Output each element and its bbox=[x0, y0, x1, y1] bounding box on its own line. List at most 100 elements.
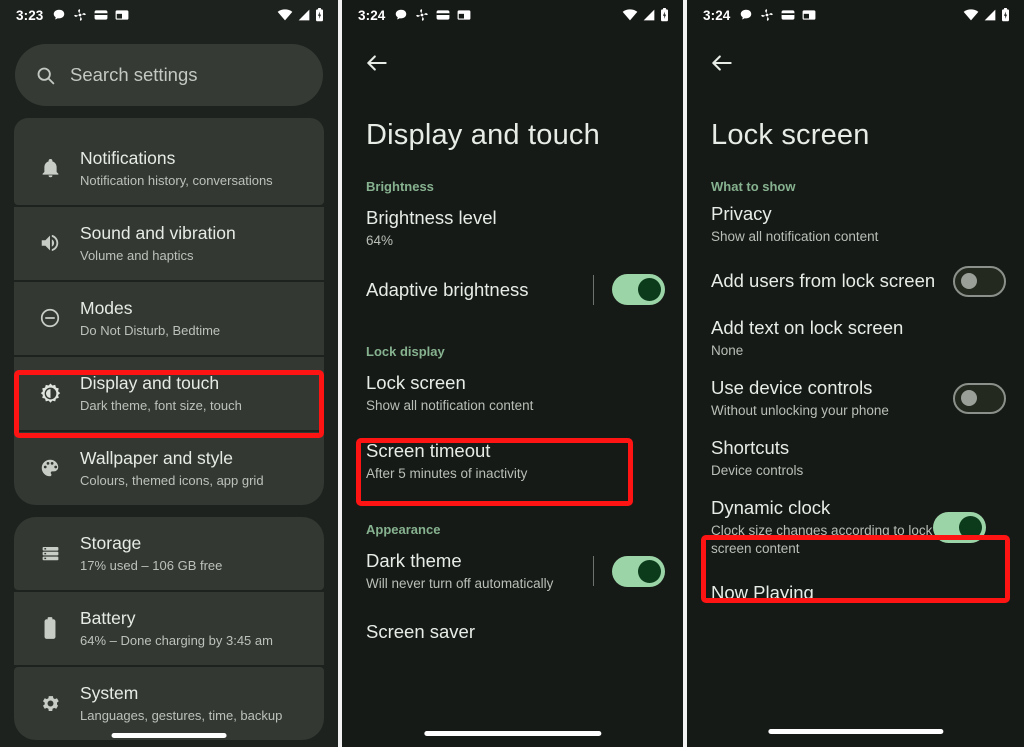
brightness-icon bbox=[30, 382, 70, 405]
dynamic-clock-toggle[interactable] bbox=[933, 511, 986, 543]
pref-text: Use device controls Without unlocking yo… bbox=[711, 376, 953, 420]
pref-subtitle: After 5 minutes of inactivity bbox=[366, 466, 528, 481]
add-users-from-lock-screen-toggle[interactable] bbox=[953, 265, 1006, 297]
status-bar-system-icons bbox=[277, 8, 324, 22]
pref-subtitle: Without unlocking your phone bbox=[711, 403, 889, 418]
pref-lock-screen[interactable]: Lock screen Show all notification conten… bbox=[342, 359, 683, 427]
row-title: Storage bbox=[80, 533, 142, 553]
status-bar-clock: 3:24 bbox=[703, 7, 731, 23]
search-icon bbox=[37, 67, 55, 84]
pref-adaptive-brightness[interactable]: Adaptive brightness bbox=[342, 262, 683, 317]
settings-row-wallpaper-and-style[interactable]: Wallpaper and style Colours, themed icon… bbox=[14, 432, 324, 505]
back-button[interactable] bbox=[687, 30, 1024, 81]
cellular-signal-icon bbox=[984, 9, 996, 21]
pref-text: Screen timeout After 5 minutes of inacti… bbox=[366, 439, 665, 483]
dark-theme-toggle[interactable] bbox=[612, 555, 665, 587]
settings-row-system[interactable]: System Languages, gestures, time, backup bbox=[14, 667, 324, 740]
section-header: Lock display bbox=[366, 344, 445, 359]
section-brightness: Brightness Brightness level 64% Adaptive… bbox=[342, 152, 683, 317]
row-subtitle: Notification history, conversations bbox=[80, 173, 273, 188]
wifi-icon bbox=[622, 9, 638, 21]
status-bar-system-icons bbox=[963, 8, 1010, 22]
settings-row-display-and-touch[interactable]: Display and touch Dark theme, font size,… bbox=[14, 357, 324, 430]
row-subtitle: Colours, themed icons, app grid bbox=[80, 473, 264, 488]
status-bar-notification-icons bbox=[739, 8, 816, 22]
three-phone-screenshots: 3:23 Search settings Notifications Notif… bbox=[0, 0, 1024, 747]
pref-shortcuts[interactable]: Shortcuts Device controls bbox=[687, 428, 1024, 488]
pref-title: Screen timeout bbox=[366, 440, 491, 461]
pinwheel-icon bbox=[416, 9, 429, 21]
settings-row-modes[interactable]: Modes Do Not Disturb, Bedtime bbox=[14, 282, 324, 355]
pref-subtitle: Show all notification content bbox=[711, 229, 879, 244]
settings-row-text: Notifications Notification history, conv… bbox=[80, 147, 273, 189]
pinwheel-icon bbox=[74, 9, 87, 21]
wallet-icon bbox=[437, 10, 450, 20]
pref-subtitle: 64% bbox=[366, 233, 394, 248]
gesture-nav-bar[interactable] bbox=[111, 733, 227, 738]
pref-text: Shortcuts Device controls bbox=[711, 436, 1006, 480]
settings-row-battery[interactable]: Battery 64% – Done charging by 3:45 am bbox=[14, 592, 324, 665]
row-subtitle: 17% used – 106 GB free bbox=[80, 558, 223, 573]
settings-row-text: Modes Do Not Disturb, Bedtime bbox=[80, 297, 220, 339]
settings-row-text: Display and touch Dark theme, font size,… bbox=[80, 372, 242, 414]
adaptive-brightness-toggle[interactable] bbox=[612, 274, 665, 305]
palette-icon bbox=[30, 457, 70, 479]
status-bar: 3:24 bbox=[342, 0, 683, 30]
phone-screen-display-and-touch: 3:24 Display and touch Brightness Bright… bbox=[342, 0, 683, 747]
search-input[interactable]: Search settings bbox=[70, 64, 198, 86]
pref-title: Brightness level bbox=[366, 207, 497, 228]
back-button[interactable] bbox=[342, 30, 683, 81]
status-bar-clock: 3:24 bbox=[358, 7, 386, 23]
pref-text: Lock screen Show all notification conten… bbox=[366, 371, 665, 415]
pref-dynamic-clock[interactable]: Dynamic clock Clock size changes accordi… bbox=[687, 488, 1024, 566]
pref-text: Privacy Show all notification content bbox=[711, 202, 1006, 246]
section-header: Appearance bbox=[366, 522, 441, 537]
cellular-signal-icon bbox=[643, 9, 655, 21]
pref-subtitle: None bbox=[711, 343, 744, 358]
pref-subtitle: Show all notification content bbox=[366, 398, 534, 413]
status-bar-clock: 3:23 bbox=[16, 7, 44, 23]
pref-title: Dark theme bbox=[366, 550, 462, 571]
pref-subtitle: Will never turn off automatically bbox=[366, 576, 554, 591]
pref-text: Add text on lock screen None bbox=[711, 316, 1006, 360]
toggle-wrap bbox=[593, 555, 665, 587]
battery-icon bbox=[1002, 8, 1009, 22]
settings-row-sound-and-vibration[interactable]: Sound and vibration Volume and haptics bbox=[14, 207, 324, 280]
gesture-nav-bar[interactable] bbox=[767, 729, 944, 734]
settings-row-storage[interactable]: Storage 17% used – 106 GB free bbox=[14, 517, 324, 590]
settings-row-notifications[interactable]: Notifications Notification history, conv… bbox=[14, 132, 324, 205]
pref-now-playing[interactable]: Now Playing bbox=[687, 566, 1024, 620]
pref-screen-timeout[interactable]: Screen timeout After 5 minutes of inacti… bbox=[342, 427, 683, 495]
wallet-icon bbox=[95, 10, 108, 20]
settings-list[interactable]: Notifications Notification history, conv… bbox=[0, 118, 338, 740]
picture-in-picture-icon bbox=[803, 10, 816, 20]
pref-title: Now Playing bbox=[711, 582, 814, 603]
storage-icon bbox=[30, 543, 70, 564]
pref-text: Dark theme Will never turn off automatic… bbox=[366, 549, 593, 593]
pref-brightness-level[interactable]: Brightness level 64% bbox=[342, 194, 683, 262]
pref-dark-theme[interactable]: Dark theme Will never turn off automatic… bbox=[342, 537, 683, 605]
gear-icon bbox=[30, 693, 70, 714]
pref-add-text-on-lock-screen[interactable]: Add text on lock screen None bbox=[687, 308, 1024, 368]
phone-screen-lock-screen: 3:24 Lock screen What to show Privacy Sh… bbox=[687, 0, 1024, 747]
page-title: Display and touch bbox=[366, 119, 600, 151]
pref-add-users-from-lock-screen[interactable]: Add users from lock screen bbox=[687, 254, 1024, 308]
search-settings-bar[interactable]: Search settings bbox=[15, 44, 323, 106]
volume-icon bbox=[30, 232, 70, 254]
partial-card-above bbox=[14, 118, 324, 132]
section-lock-display: Lock display Lock screen Show all notifi… bbox=[342, 317, 683, 495]
wallet-icon bbox=[782, 10, 795, 20]
status-bar-notification-icons bbox=[394, 8, 471, 22]
bell-icon bbox=[30, 158, 70, 179]
status-bar: 3:23 bbox=[0, 0, 338, 30]
toggle-separator bbox=[593, 556, 594, 586]
pref-subtitle: Device controls bbox=[711, 463, 804, 478]
use-device-controls-toggle[interactable] bbox=[953, 382, 1006, 414]
pref-screen-saver[interactable]: Screen saver bbox=[342, 605, 683, 659]
pref-title: Add users from lock screen bbox=[711, 270, 936, 291]
pref-text: Dynamic clock Clock size changes accordi… bbox=[711, 496, 933, 558]
gesture-nav-bar[interactable] bbox=[423, 731, 602, 736]
pref-privacy[interactable]: Privacy Show all notification content bbox=[687, 194, 1024, 254]
wifi-icon bbox=[277, 9, 293, 21]
pref-use-device-controls[interactable]: Use device controls Without unlocking yo… bbox=[687, 368, 1024, 428]
